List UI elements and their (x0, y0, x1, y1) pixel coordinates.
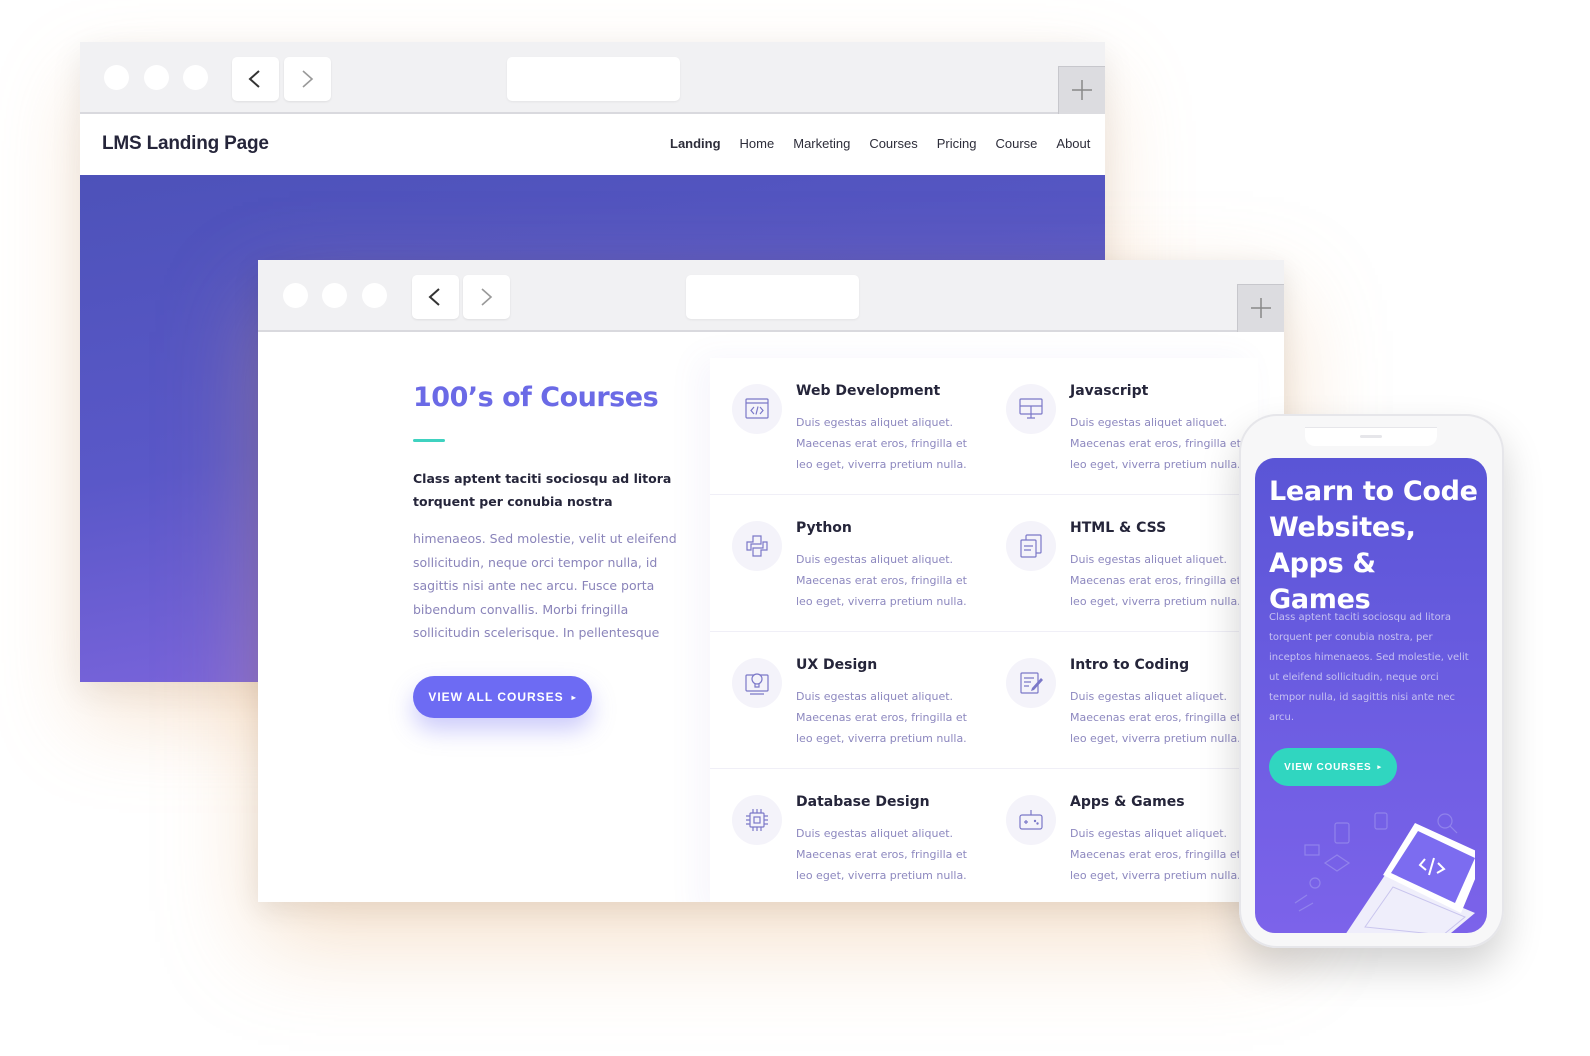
site-logo[interactable]: LMS Landing Page (102, 133, 269, 155)
front-browser-window: 100’s of Courses Class aptent taciti soc… (258, 260, 1284, 902)
phone-notch (1305, 427, 1437, 446)
mobile-hero-title: Learn to Code Websites, Apps & Games (1269, 476, 1478, 615)
course-title: Python (796, 520, 852, 536)
browser-chrome (80, 42, 1105, 114)
window-maximize-dot[interactable] (362, 283, 387, 308)
course-title: Web Development (796, 383, 941, 399)
course-card-ux-design[interactable]: UX Design Duis egestas aliquet aliquet. … (710, 632, 984, 769)
window-minimize-dot[interactable] (322, 283, 347, 308)
code-window-icon (732, 384, 782, 434)
caret-right-icon: ▸ (571, 692, 577, 702)
course-card-javascript[interactable]: Javascript Duis egestas aliquet aliquet.… (984, 358, 1258, 495)
site-header: LMS Landing Page Landing Home Marketing … (80, 114, 1105, 175)
courses-intro: 100’s of Courses Class aptent taciti soc… (413, 382, 683, 645)
course-card-web-development[interactable]: Web Development Duis egestas aliquet ali… (710, 358, 984, 495)
course-description: Duis egestas aliquet aliquet. Maecenas e… (796, 827, 967, 882)
menu-item-pricing[interactable]: Pricing (937, 136, 977, 151)
title-divider (413, 439, 445, 442)
mobile-hero-body: Class aptent taciti sociosqu ad litora t… (1269, 612, 1469, 723)
section-title: 100’s of Courses (413, 382, 659, 413)
back-nav-button[interactable] (412, 275, 459, 319)
course-description: Duis egestas aliquet aliquet. Maecenas e… (1070, 553, 1241, 608)
menu-item-marketing[interactable]: Marketing (793, 136, 850, 151)
forward-nav-button[interactable] (463, 275, 510, 319)
view-courses-button[interactable]: VIEW COURSES ▸ (1269, 748, 1397, 786)
phone-screen: Learn to Code Websites, Apps & Games Cla… (1255, 458, 1487, 933)
address-bar[interactable] (686, 275, 859, 319)
phone-mockup: Learn to Code Websites, Apps & Games Cla… (1239, 414, 1504, 948)
chevron-left-icon (428, 288, 440, 306)
course-card-html-css[interactable]: HTML & CSS Duis egestas aliquet aliquet.… (984, 495, 1258, 632)
gamepad-icon (1006, 795, 1056, 845)
monitor-icon (1006, 384, 1056, 434)
course-description: Duis egestas aliquet aliquet. Maecenas e… (1070, 827, 1241, 882)
view-all-courses-button[interactable]: VIEW ALL COURSES ▸ (413, 676, 592, 718)
course-description: Duis egestas aliquet aliquet. Maecenas e… (796, 553, 967, 608)
new-tab-button[interactable] (1058, 66, 1105, 114)
chevron-right-icon (481, 288, 493, 306)
course-description: Duis egestas aliquet aliquet. Maecenas e… (796, 416, 967, 471)
documents-icon (1006, 521, 1056, 571)
window-minimize-dot[interactable] (144, 65, 169, 90)
courses-section: 100’s of Courses Class aptent taciti soc… (258, 334, 1284, 902)
python-icon (732, 521, 782, 571)
forward-nav-button[interactable] (284, 57, 331, 101)
cta-label: VIEW ALL COURSES (428, 690, 564, 704)
menu-item-about[interactable]: About (1056, 136, 1090, 151)
course-title: Intro to Coding (1070, 657, 1190, 673)
course-grid: Web Development Duis egestas aliquet ali… (710, 358, 1258, 902)
mockup-stage: LMS Landing Page Landing Home Marketing … (0, 0, 1590, 1056)
intro-lead: Class aptent taciti sociosqu ad litora t… (413, 471, 672, 509)
course-card-database-design[interactable]: Database Design Duis egestas aliquet ali… (710, 769, 984, 902)
course-title: UX Design (796, 657, 878, 673)
course-title: Javascript (1070, 383, 1149, 399)
chip-icon (732, 795, 782, 845)
plus-icon (1072, 80, 1092, 100)
cta-label: VIEW COURSES (1284, 761, 1372, 773)
main-menu: Landing Home Marketing Courses Pricing C… (670, 136, 1105, 151)
course-card-intro-to-coding[interactable]: Intro to Coding Duis egestas aliquet ali… (984, 632, 1258, 769)
browser-chrome (258, 260, 1284, 332)
laptop-illustration (1294, 812, 1475, 933)
intro-body: himenaeos. Sed molestie, velit ut eleife… (413, 531, 677, 640)
address-bar[interactable] (507, 57, 680, 101)
chevron-left-icon (248, 70, 260, 88)
lightbulb-icon (732, 658, 782, 708)
course-description: Duis egestas aliquet aliquet. Maecenas e… (1070, 416, 1241, 471)
menu-item-home[interactable]: Home (740, 136, 775, 151)
chevron-right-icon (302, 70, 314, 88)
window-maximize-dot[interactable] (183, 65, 208, 90)
menu-item-course[interactable]: Course (995, 136, 1037, 151)
course-card-python[interactable]: Python Duis egestas aliquet aliquet. Mae… (710, 495, 984, 632)
menu-item-landing[interactable]: Landing (670, 136, 721, 151)
caret-right-icon: ▸ (1377, 764, 1382, 771)
plus-icon (1251, 298, 1271, 318)
course-title: Database Design (796, 794, 930, 810)
course-description: Duis egestas aliquet aliquet. Maecenas e… (1070, 690, 1241, 745)
window-close-dot[interactable] (283, 283, 308, 308)
course-description: Duis egestas aliquet aliquet. Maecenas e… (796, 690, 967, 745)
course-title: HTML & CSS (1070, 520, 1167, 536)
menu-item-courses[interactable]: Courses (869, 136, 917, 151)
edit-document-icon (1006, 658, 1056, 708)
course-card-apps-games[interactable]: Apps & Games Duis egestas aliquet alique… (984, 769, 1258, 902)
new-tab-button[interactable] (1237, 284, 1284, 332)
back-nav-button[interactable] (232, 57, 279, 101)
course-title: Apps & Games (1070, 794, 1185, 810)
window-close-dot[interactable] (104, 65, 129, 90)
